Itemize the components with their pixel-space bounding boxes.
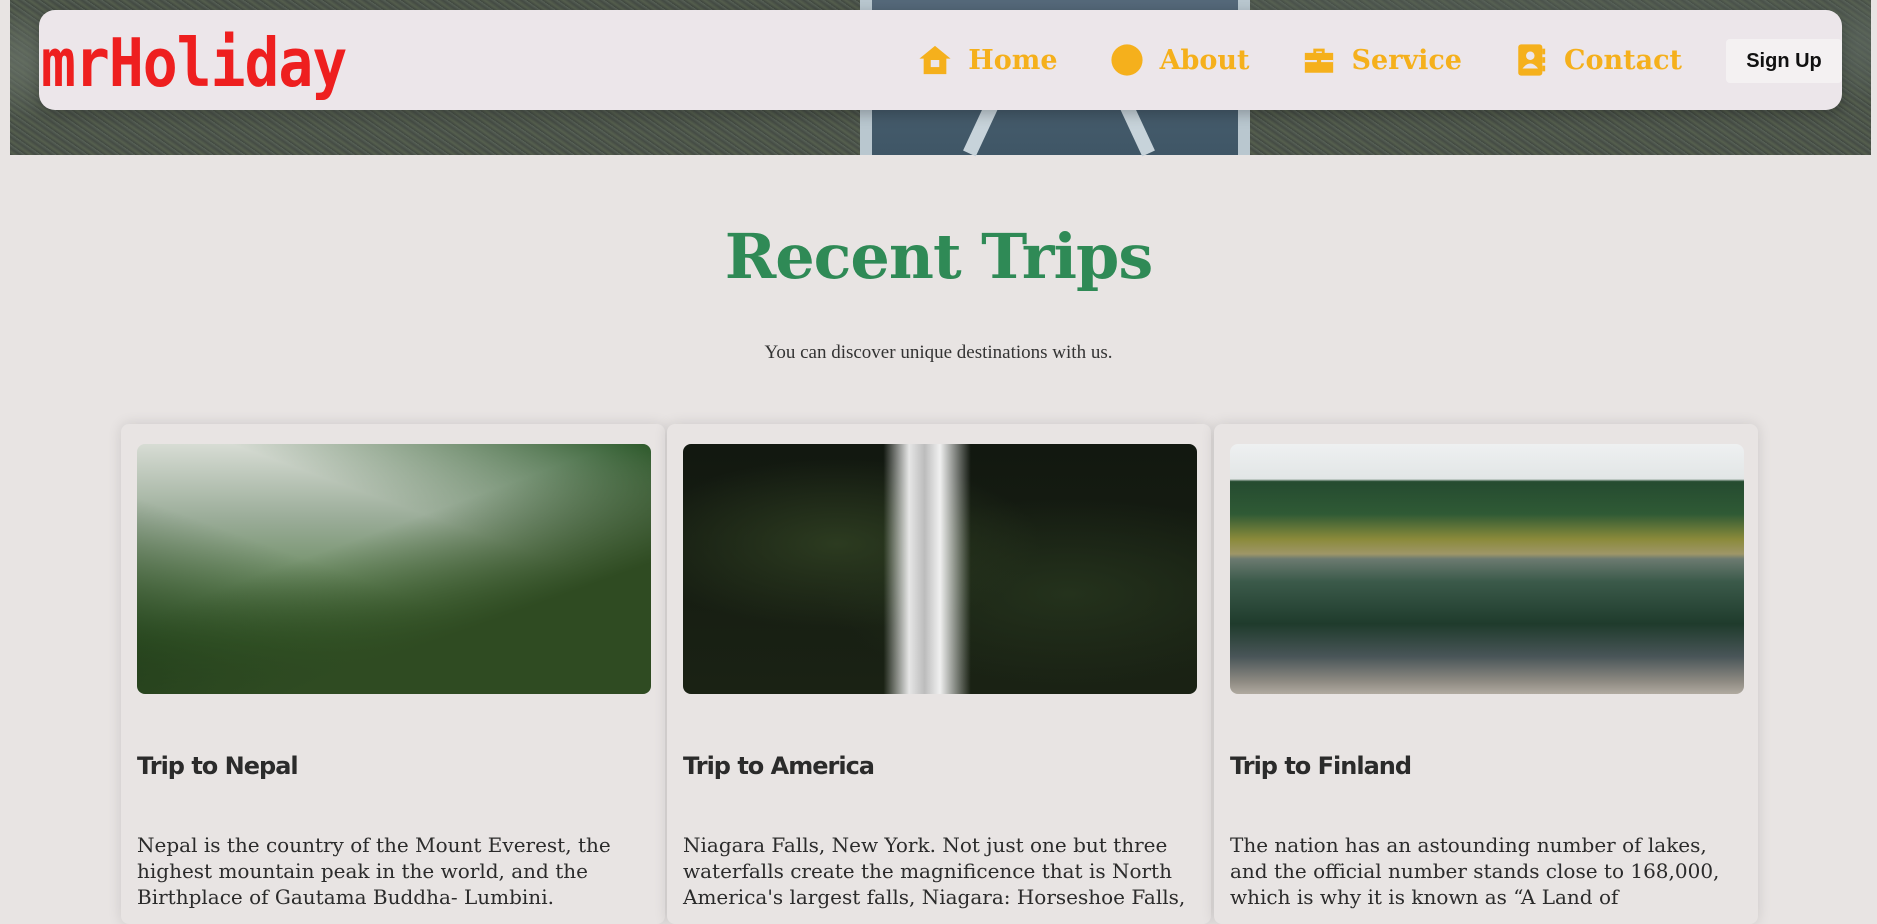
trip-card-title: Trip to America xyxy=(683,752,875,780)
trip-card-title: Trip to Finland xyxy=(1230,752,1412,780)
nav-link-contact[interactable]: Contact xyxy=(1514,43,1682,77)
trip-card-description: Nepal is the country of the Mount Everes… xyxy=(137,833,611,909)
nav-link-contact-label: Contact xyxy=(1563,44,1682,76)
trip-card-america[interactable]: Trip to America Niagara Falls, New York.… xyxy=(667,424,1211,924)
trip-card-nepal[interactable]: Trip to Nepal Nepal is the country of th… xyxy=(121,424,665,924)
trip-card-finland[interactable]: Trip to Finland The nation has an astoun… xyxy=(1214,424,1758,924)
nav-link-about[interactable]: About xyxy=(1110,43,1250,77)
contact-book-icon xyxy=(1518,44,1546,76)
trip-card-title: Trip to Nepal xyxy=(137,752,299,780)
section-subtitle: You can discover unique destinations wit… xyxy=(764,342,1113,363)
nav-link-service-label: Service xyxy=(1351,44,1462,76)
nepal-mountains-image xyxy=(137,444,651,694)
site-logo[interactable]: mrHoliday xyxy=(41,24,347,102)
navbar: mrHoliday Home About Service Contact Sig… xyxy=(39,10,1842,110)
trip-card-description: Niagara Falls, New York. Not just one bu… xyxy=(683,833,1186,909)
nav-link-home[interactable]: Home xyxy=(918,43,1058,77)
house-icon xyxy=(919,45,951,75)
section-title: Recent Trips xyxy=(724,220,1154,293)
nav-link-service[interactable]: Service xyxy=(1302,43,1462,77)
america-waterfall-image xyxy=(683,444,1197,694)
trip-card-description: The nation has an astounding number of l… xyxy=(1230,833,1720,909)
nav-links: Home About Service Contact xyxy=(918,10,1682,110)
briefcase-icon xyxy=(1304,48,1333,73)
sign-up-button[interactable]: Sign Up xyxy=(1726,39,1842,83)
nav-link-about-label: About xyxy=(1159,44,1250,76)
nav-link-home-label: Home xyxy=(968,44,1058,76)
circle-icon xyxy=(1110,44,1143,76)
finland-lake-image xyxy=(1230,444,1744,694)
